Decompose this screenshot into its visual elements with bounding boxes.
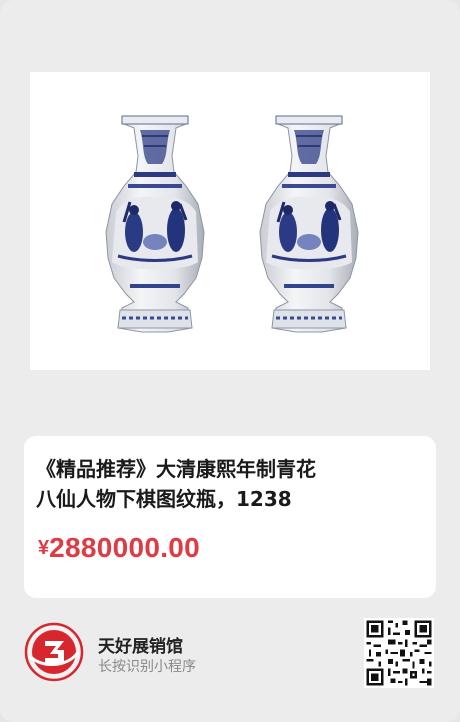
product-title[interactable]: 《精品推荐》大清康熙年制青花 八仙人物下棋图纹瓶，1238 xyxy=(36,454,428,514)
qr-code-icon[interactable] xyxy=(364,618,434,688)
share-card: 《精品推荐》大清康熙年制青花 八仙人物下棋图纹瓶，1238 ¥2880000.0… xyxy=(0,0,460,722)
shop-logo-icon[interactable] xyxy=(24,622,84,682)
price-amount: 2880000.00 xyxy=(49,532,201,563)
product-image[interactable] xyxy=(30,72,430,370)
mini-program-footer: 天好展销馆 长按识别小程序 xyxy=(0,612,460,692)
currency-symbol: ¥ xyxy=(38,537,50,559)
vase-pair-image xyxy=(105,114,360,334)
shop-name[interactable]: 天好展销馆 xyxy=(98,632,183,657)
scan-hint: 长按识别小程序 xyxy=(98,659,196,675)
product-info-panel[interactable]: 《精品推荐》大清康熙年制青花 八仙人物下棋图纹瓶，1238 ¥2880000.0… xyxy=(24,436,436,598)
product-price: ¥2880000.00 xyxy=(38,532,200,564)
